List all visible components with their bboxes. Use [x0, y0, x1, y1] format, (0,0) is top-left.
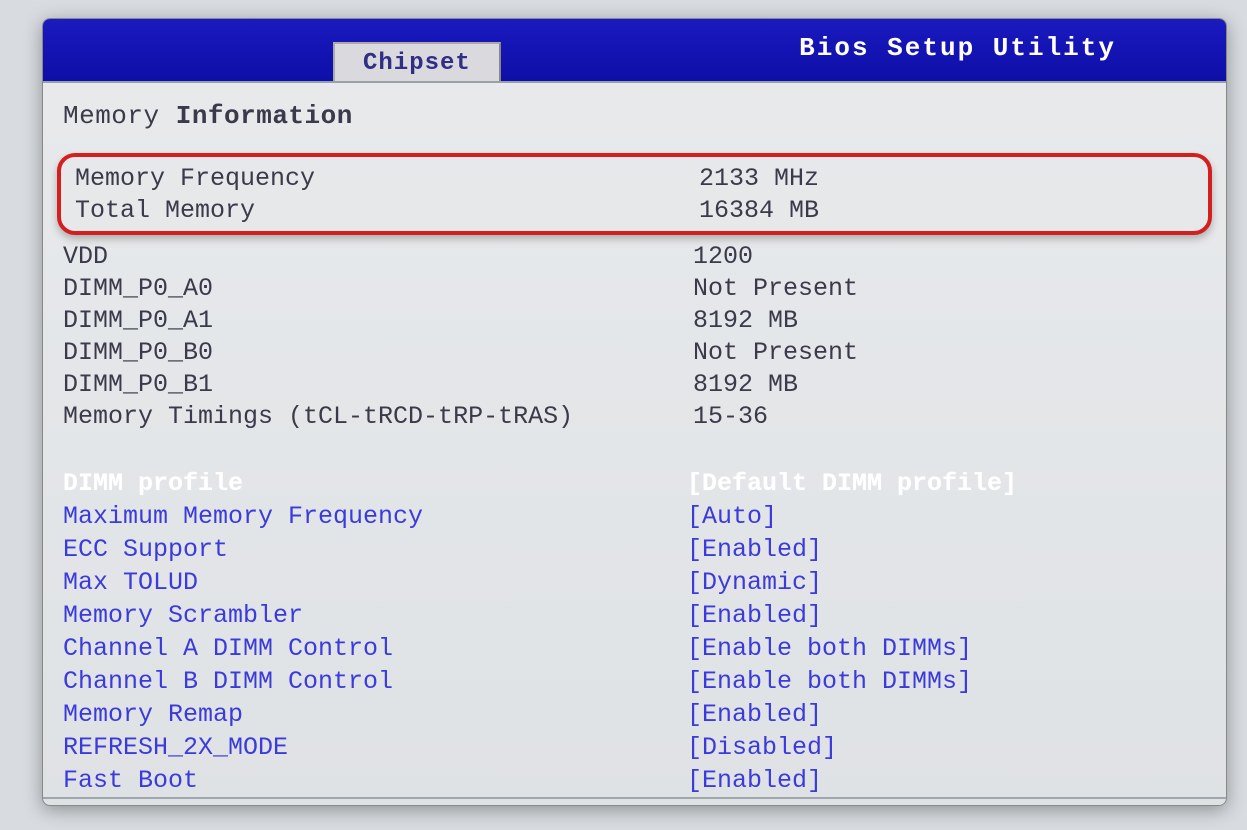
- bios-setup-window: Bios Setup Utility Chipset Memory Inform…: [42, 18, 1227, 806]
- title-bar: Bios Setup Utility Chipset: [43, 19, 1226, 81]
- section-title-bold: Information: [176, 101, 353, 131]
- memory-summary-highlight: Memory Frequency 2133 MHz Total Memory 1…: [57, 153, 1212, 235]
- label-vdd: VDD: [63, 241, 693, 273]
- info-row-dimm-p0-b1: DIMM_P0_B1 8192 MB: [63, 369, 1212, 401]
- value-dimm-p0-b0: Not Present: [693, 337, 1212, 369]
- setting-fast-boot[interactable]: Fast Boot [Enabled]: [57, 764, 1212, 797]
- info-row-dimm-p0-b0: DIMM_P0_B0 Not Present: [63, 337, 1212, 369]
- value-dimm-p0-a1: 8192 MB: [693, 305, 1212, 337]
- setting-memory-scrambler[interactable]: Memory Scrambler [Enabled]: [57, 599, 1212, 632]
- section-title: Memory Information: [57, 101, 1212, 131]
- app-title: Bios Setup Utility: [799, 33, 1116, 63]
- label-dimm-p0-a0: DIMM_P0_A0: [63, 273, 693, 305]
- label-dimm-p0-b0: DIMM_P0_B0: [63, 337, 693, 369]
- label-dimm-p0-b1: DIMM_P0_B1: [63, 369, 693, 401]
- label-memory-scrambler: Memory Scrambler: [57, 599, 687, 632]
- value-memory-remap: [Enabled]: [687, 698, 1212, 731]
- value-dimm-profile: [Default DIMM profile]: [687, 467, 1212, 500]
- memory-info-block: VDD 1200 DIMM_P0_A0 Not Present DIMM_P0_…: [57, 241, 1212, 433]
- value-max-tolud: [Dynamic]: [687, 566, 1212, 599]
- value-refresh-2x-mode: [Disabled]: [687, 731, 1212, 764]
- setting-refresh-2x-mode[interactable]: REFRESH_2X_MODE [Disabled]: [57, 731, 1212, 764]
- label-channel-b-dimm-control: Channel B DIMM Control: [57, 665, 687, 698]
- value-fast-boot: [Enabled]: [687, 764, 1212, 797]
- value-memory-timings: 15-36: [693, 401, 1212, 433]
- setting-channel-a-dimm-control[interactable]: Channel A DIMM Control [Enable both DIMM…: [57, 632, 1212, 665]
- setting-dimm-profile[interactable]: DIMM profile [Default DIMM profile]: [57, 467, 1212, 500]
- value-dimm-p0-b1: 8192 MB: [693, 369, 1212, 401]
- info-row-memory-frequency: Memory Frequency 2133 MHz: [69, 163, 1200, 195]
- info-row-total-memory: Total Memory 16384 MB: [69, 195, 1200, 227]
- setting-max-tolud[interactable]: Max TOLUD [Dynamic]: [57, 566, 1212, 599]
- value-max-memory-frequency: [Auto]: [687, 500, 1212, 533]
- label-ecc-support: ECC Support: [57, 533, 687, 566]
- label-fast-boot: Fast Boot: [57, 764, 687, 797]
- label-max-memory-frequency: Maximum Memory Frequency: [57, 500, 687, 533]
- setting-max-memory-frequency[interactable]: Maximum Memory Frequency [Auto]: [57, 500, 1212, 533]
- content-area: Memory Information Memory Frequency 2133…: [43, 83, 1226, 797]
- value-dimm-p0-a0: Not Present: [693, 273, 1212, 305]
- label-max-tolud: Max TOLUD: [57, 566, 687, 599]
- label-refresh-2x-mode: REFRESH_2X_MODE: [57, 731, 687, 764]
- info-row-vdd: VDD 1200: [63, 241, 1212, 273]
- value-ecc-support: [Enabled]: [687, 533, 1212, 566]
- label-dimm-p0-a1: DIMM_P0_A1: [63, 305, 693, 337]
- label-total-memory: Total Memory: [69, 195, 699, 227]
- footer-separator: [43, 797, 1226, 799]
- label-memory-timings: Memory Timings (tCL-tRCD-tRP-tRAS): [63, 401, 693, 433]
- info-row-dimm-p0-a0: DIMM_P0_A0 Not Present: [63, 273, 1212, 305]
- label-memory-frequency: Memory Frequency: [69, 163, 699, 195]
- info-row-dimm-p0-a1: DIMM_P0_A1 8192 MB: [63, 305, 1212, 337]
- setting-ecc-support[interactable]: ECC Support [Enabled]: [57, 533, 1212, 566]
- tab-chipset[interactable]: Chipset: [333, 42, 501, 81]
- label-memory-remap: Memory Remap: [57, 698, 687, 731]
- label-channel-a-dimm-control: Channel A DIMM Control: [57, 632, 687, 665]
- setting-channel-b-dimm-control[interactable]: Channel B DIMM Control [Enable both DIMM…: [57, 665, 1212, 698]
- value-memory-frequency: 2133 MHz: [699, 163, 1200, 195]
- value-channel-b-dimm-control: [Enable both DIMMs]: [687, 665, 1212, 698]
- section-title-prefix: Memory: [63, 101, 176, 131]
- value-channel-a-dimm-control: [Enable both DIMMs]: [687, 632, 1212, 665]
- value-vdd: 1200: [693, 241, 1212, 273]
- label-dimm-profile: DIMM profile: [57, 467, 687, 500]
- setting-memory-remap[interactable]: Memory Remap [Enabled]: [57, 698, 1212, 731]
- value-memory-scrambler: [Enabled]: [687, 599, 1212, 632]
- info-row-memory-timings: Memory Timings (tCL-tRCD-tRP-tRAS) 15-36: [63, 401, 1212, 433]
- value-total-memory: 16384 MB: [699, 195, 1200, 227]
